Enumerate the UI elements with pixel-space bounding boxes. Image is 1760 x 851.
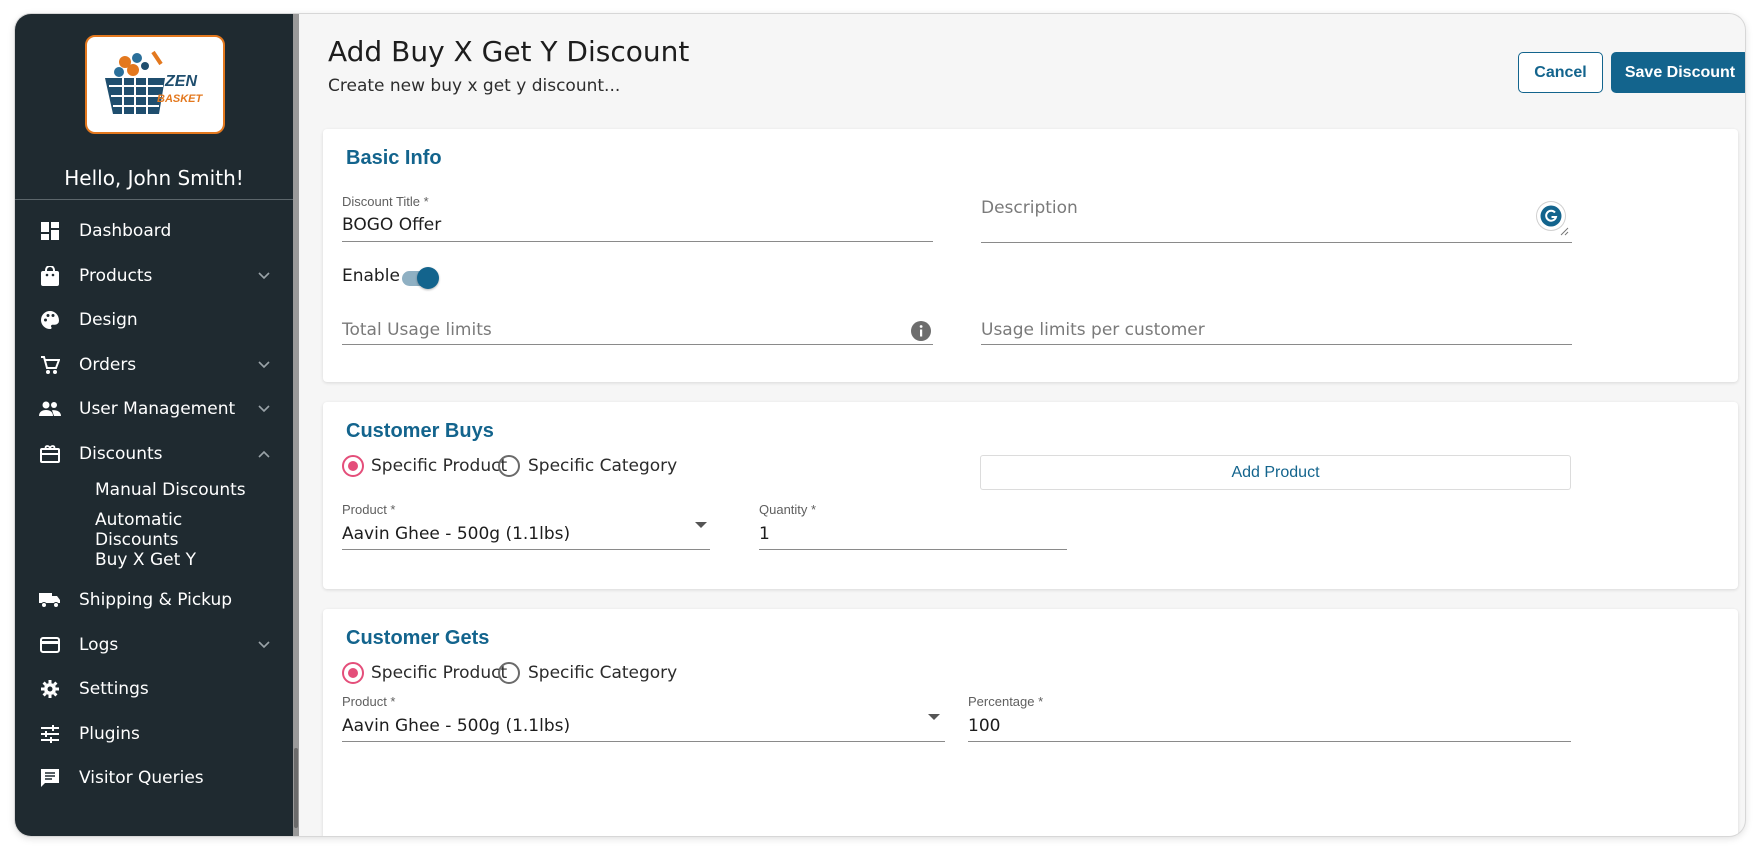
sidebar-item-label: Orders — [79, 354, 137, 375]
sidebar: ZEN BASKET Hello, John Smith! Dashboard … — [15, 14, 293, 836]
info-icon[interactable] — [910, 320, 932, 342]
palette-icon — [39, 309, 61, 331]
svg-text:ZEN: ZEN — [164, 73, 197, 90]
app-window: ZEN BASKET Hello, John Smith! Dashboard … — [15, 14, 1745, 836]
scrollbar-thumb[interactable] — [294, 748, 298, 828]
percentage-underline — [968, 741, 1571, 742]
gets-specific-category-label[interactable]: Specific Category — [528, 663, 677, 683]
sidebar-item-label: Shipping & Pickup — [79, 590, 233, 611]
enable-toggle[interactable] — [417, 267, 439, 289]
sidebar-item-label: Discounts — [79, 443, 163, 464]
buys-specific-product-radio[interactable] — [342, 455, 364, 477]
sidebar-item-visitor-queries[interactable]: Visitor Queries — [15, 756, 293, 801]
dropdown-caret-icon[interactable] — [695, 522, 707, 528]
description-underline — [981, 242, 1572, 243]
sidebar-item-plugins[interactable]: Plugins — [15, 712, 293, 757]
buys-specific-category-radio[interactable] — [498, 455, 520, 477]
cart-icon — [39, 354, 61, 376]
page-title: Add Buy X Get Y Discount — [328, 35, 690, 68]
sidebar-item-label: Dashboard — [79, 221, 172, 242]
buys-product-underline — [342, 549, 710, 550]
usage-per-customer-underline — [981, 344, 1572, 345]
customer-gets-title: Customer Gets — [346, 627, 490, 649]
chevron-down-icon[interactable] — [257, 358, 271, 372]
page-subtitle: Create new buy x get y discount... — [328, 76, 621, 96]
sidebar-divider — [15, 199, 293, 200]
gets-product-label: Product * — [342, 694, 396, 709]
total-usage-limits-input[interactable]: Total Usage limits — [342, 320, 492, 340]
add-product-button[interactable]: Add Product — [980, 455, 1571, 490]
cancel-button[interactable]: Cancel — [1518, 52, 1603, 93]
buys-product-select[interactable]: Aavin Ghee - 500g (1.1lbs) — [342, 524, 570, 544]
truck-icon — [39, 589, 61, 611]
quantity-underline — [759, 549, 1067, 550]
chevron-down-icon[interactable] — [257, 269, 271, 283]
sidebar-item-products[interactable]: Products — [15, 254, 293, 299]
percentage-input[interactable]: 100 — [968, 716, 1000, 736]
discounts-submenu: Manual Discounts Automatic Discounts Buy… — [15, 476, 293, 578]
percentage-label: Percentage * — [968, 694, 1044, 709]
save-discount-button[interactable]: Save Discount — [1611, 52, 1745, 93]
message-icon — [39, 767, 61, 789]
user-greeting: Hello, John Smith! — [64, 166, 244, 190]
gets-specific-category-radio[interactable] — [498, 662, 520, 684]
sliders-icon — [39, 723, 61, 745]
gets-product-select[interactable]: Aavin Ghee - 500g (1.1lbs) — [342, 716, 570, 736]
sidebar-nav: Dashboard Products Design Orders User Ma… — [15, 209, 293, 801]
customer-buys-title: Customer Buys — [346, 420, 494, 442]
gets-specific-product-label[interactable]: Specific Product — [371, 663, 507, 683]
discount-tag-icon — [39, 443, 61, 465]
sidebar-item-discounts[interactable]: Discounts — [15, 432, 293, 477]
users-icon — [39, 398, 61, 420]
customer-gets-card: Customer Gets Specific Product Specific … — [323, 609, 1738, 836]
sidebar-item-settings[interactable]: Settings — [15, 667, 293, 712]
brand-logo[interactable]: ZEN BASKET — [85, 35, 225, 134]
buys-specific-product-label[interactable]: Specific Product — [371, 456, 507, 476]
shopping-bag-icon — [39, 265, 61, 287]
customer-buys-card: Customer Buys Specific Product Specific … — [323, 402, 1738, 589]
description-input[interactable]: Description — [981, 198, 1078, 218]
resize-handle-icon[interactable] — [1559, 226, 1569, 236]
dashboard-icon — [39, 220, 61, 242]
sidebar-item-label: Settings — [79, 679, 149, 700]
sidebar-item-shipping[interactable]: Shipping & Pickup — [15, 578, 293, 623]
gear-icon — [39, 678, 61, 700]
buys-product-label: Product * — [342, 502, 396, 517]
basic-info-card: Basic Info Discount Title * BOGO Offer D… — [323, 129, 1738, 382]
sidebar-item-label: User Management — [79, 399, 236, 420]
submenu-item-buy-x-get-y[interactable]: Buy X Get Y — [95, 546, 293, 578]
discount-title-input[interactable]: BOGO Offer — [342, 215, 441, 235]
gets-product-underline — [342, 741, 945, 742]
sidebar-item-label: Visitor Queries — [79, 768, 204, 789]
main-content: Add Buy X Get Y Discount Create new buy … — [299, 14, 1745, 836]
basic-info-title: Basic Info — [346, 147, 442, 169]
credit-card-icon — [39, 634, 61, 656]
svg-text:BASKET: BASKET — [157, 93, 204, 105]
gets-specific-product-radio[interactable] — [342, 662, 364, 684]
chevron-up-icon[interactable] — [257, 447, 271, 461]
dropdown-caret-icon[interactable] — [928, 714, 940, 720]
buys-specific-category-label[interactable]: Specific Category — [528, 456, 677, 476]
sidebar-item-logs[interactable]: Logs — [15, 623, 293, 668]
chevron-down-icon[interactable] — [257, 638, 271, 652]
discount-title-underline — [342, 241, 933, 242]
total-usage-underline — [342, 344, 933, 345]
enable-label: Enable — [342, 266, 400, 286]
usage-per-customer-input[interactable]: Usage limits per customer — [981, 320, 1205, 340]
basket-logo-icon: ZEN BASKET — [105, 50, 204, 114]
sidebar-item-orders[interactable]: Orders — [15, 343, 293, 388]
sidebar-item-label: Plugins — [79, 723, 140, 744]
submenu-item-manual-discounts[interactable]: Manual Discounts — [95, 476, 293, 510]
discount-title-label: Discount Title * — [342, 194, 429, 209]
sidebar-item-label: Products — [79, 265, 153, 286]
submenu-item-automatic-discounts[interactable]: Automatic Discounts — [95, 510, 205, 550]
quantity-input[interactable]: 1 — [759, 524, 770, 544]
sidebar-item-label: Design — [79, 310, 138, 331]
quantity-label: Quantity * — [759, 502, 817, 517]
sidebar-item-dashboard[interactable]: Dashboard — [15, 209, 293, 254]
sidebar-item-design[interactable]: Design — [15, 298, 293, 343]
sidebar-item-user-management[interactable]: User Management — [15, 387, 293, 432]
sidebar-item-label: Logs — [79, 634, 119, 655]
chevron-down-icon[interactable] — [257, 402, 271, 416]
